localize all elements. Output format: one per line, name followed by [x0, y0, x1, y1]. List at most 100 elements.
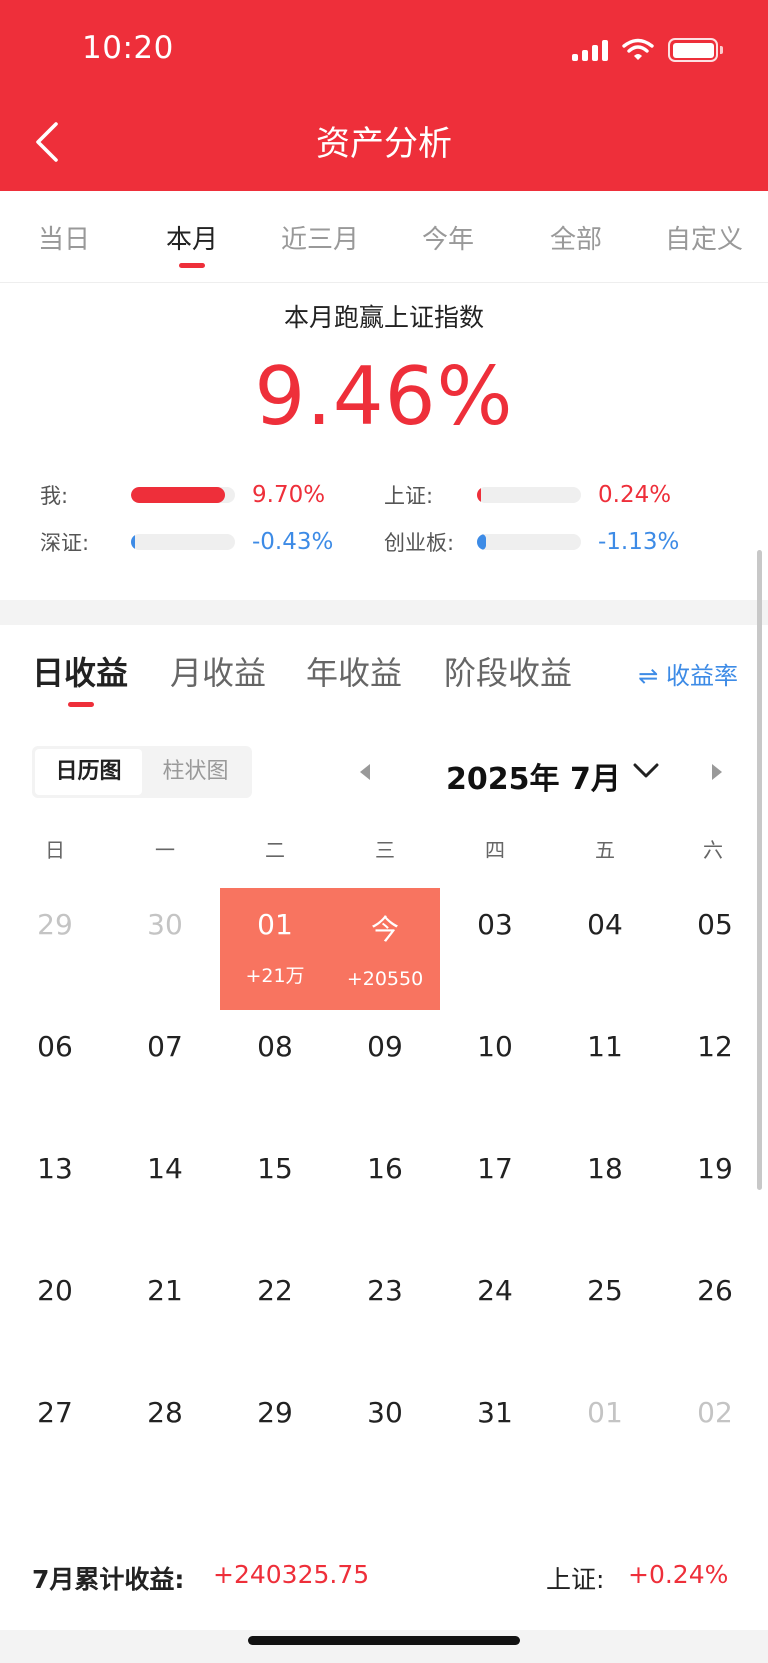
- calendar-day-number: 10: [477, 1030, 513, 1063]
- tab-daily-profit[interactable]: 日收益: [32, 648, 128, 694]
- compare-bar: [477, 534, 581, 550]
- weekday-header: 日 一 二 三 四 五 六: [0, 834, 768, 864]
- page-title: 资产分析: [316, 124, 452, 164]
- calendar-day[interactable]: 27: [0, 1376, 110, 1498]
- calendar-day-number: 30: [147, 908, 183, 941]
- compare-bar: [131, 534, 235, 550]
- calendar-day-number: 27: [37, 1396, 73, 1429]
- compare-value: 0.24%: [598, 482, 672, 508]
- calendar-day[interactable]: 03: [440, 888, 550, 1010]
- calendar-day-number: 29: [257, 1396, 293, 1429]
- calendar-day-number: 14: [147, 1152, 183, 1185]
- summary-title: 本月跑赢上证指数: [283, 303, 484, 332]
- calendar-day[interactable]: 31: [440, 1376, 550, 1498]
- weekday-label: 一: [155, 838, 175, 862]
- calendar-day-number: 16: [367, 1152, 403, 1185]
- calendar-day[interactable]: 22: [220, 1254, 330, 1376]
- compare-chinext: 创业板: -1.13%: [384, 527, 704, 557]
- calendar-day[interactable]: 06: [0, 1010, 110, 1132]
- tab-custom[interactable]: 自定义: [640, 191, 768, 282]
- calendar-day[interactable]: 30: [110, 888, 220, 1010]
- calendar-day-number: 28: [147, 1396, 183, 1429]
- tab-all[interactable]: 全部: [512, 191, 640, 282]
- compare-bar-fill: [131, 487, 225, 503]
- shanghai-index-label: 上证:: [546, 1565, 605, 1594]
- bar-chart-view-button[interactable]: 柱状图: [142, 749, 249, 795]
- tab-stage-profit[interactable]: 阶段收益: [444, 648, 572, 694]
- calendar-day-number: 31: [477, 1396, 513, 1429]
- calendar-day[interactable]: 13: [0, 1132, 110, 1254]
- weekday-label: 五: [595, 838, 615, 862]
- scrollbar[interactable]: [757, 550, 762, 1190]
- calendar-day[interactable]: 今 +20550: [330, 888, 440, 1010]
- next-month-button[interactable]: [706, 760, 728, 784]
- calendar-day-number: 17: [477, 1152, 513, 1185]
- calendar-day[interactable]: 29: [220, 1376, 330, 1498]
- view-switch: 日历图 柱状图: [32, 746, 252, 798]
- calendar-day[interactable]: 01: [550, 1376, 660, 1498]
- tab-last-three-months[interactable]: 近三月: [256, 191, 384, 282]
- calendar-day-number: 18: [587, 1152, 623, 1185]
- calendar-day[interactable]: 29: [0, 888, 110, 1010]
- calendar-day[interactable]: 20: [0, 1254, 110, 1376]
- calendar-day[interactable]: 12: [660, 1010, 768, 1132]
- calendar-day[interactable]: 16: [330, 1132, 440, 1254]
- profit-rate-toggle[interactable]: ⇌ 收益率: [638, 656, 738, 691]
- calendar-view-button[interactable]: 日历图: [35, 749, 142, 795]
- calendar-day[interactable]: 04: [550, 888, 660, 1010]
- prev-month-button[interactable]: [354, 760, 376, 784]
- chevron-down-icon[interactable]: [630, 756, 662, 786]
- calendar-day[interactable]: 25: [550, 1254, 660, 1376]
- compare-value: -1.13%: [598, 529, 680, 555]
- calendar-day[interactable]: 08: [220, 1010, 330, 1132]
- compare-shenzhen: 深证: -0.43%: [40, 527, 360, 557]
- calendar-day[interactable]: 14: [110, 1132, 220, 1254]
- compare-me: 我: 9.70%: [40, 480, 360, 510]
- cellular-signal-icon: [572, 39, 608, 61]
- calendar-day[interactable]: 11: [550, 1010, 660, 1132]
- tab-this-month[interactable]: 本月: [128, 191, 256, 282]
- battery-icon: [668, 38, 723, 62]
- calendar-day[interactable]: 15: [220, 1132, 330, 1254]
- calendar-day[interactable]: 10: [440, 1010, 550, 1132]
- calendar-day-number: 19: [697, 1152, 733, 1185]
- period-tabs: 当日 本月 近三月 今年 全部 自定义: [0, 191, 768, 283]
- calendar-day[interactable]: 07: [110, 1010, 220, 1132]
- calendar-day-number: 09: [367, 1030, 403, 1063]
- compare-label: 我:: [40, 484, 69, 508]
- calendar-day-number: 15: [257, 1152, 293, 1185]
- month-label[interactable]: 2025年 7月: [446, 754, 621, 798]
- tab-today[interactable]: 当日: [0, 191, 128, 282]
- calendar-day-number: 11: [587, 1030, 623, 1063]
- tab-yearly-profit[interactable]: 年收益: [306, 648, 402, 694]
- calendar-day[interactable]: 17: [440, 1132, 550, 1254]
- calendar-day[interactable]: 28: [110, 1376, 220, 1498]
- bottom-band: [0, 1630, 768, 1663]
- shanghai-index-value: +0.24%: [628, 1560, 729, 1589]
- calendar-day-number: 30: [367, 1396, 403, 1429]
- compare-bar: [477, 487, 581, 503]
- calendar-day[interactable]: 09: [330, 1010, 440, 1132]
- calendar-day-number: 20: [37, 1274, 73, 1307]
- calendar-day[interactable]: 19: [660, 1132, 768, 1254]
- calendar-day[interactable]: 23: [330, 1254, 440, 1376]
- month-summary: 7月累计收益: +240325.75 上证: +0.24%: [0, 1548, 768, 1598]
- calendar-day-number: 25: [587, 1274, 623, 1307]
- tab-monthly-profit[interactable]: 月收益: [170, 648, 266, 694]
- compare-label: 上证:: [384, 484, 434, 508]
- calendar-day[interactable]: 24: [440, 1254, 550, 1376]
- calendar-day[interactable]: 02: [660, 1376, 768, 1498]
- calendar-day[interactable]: 01 +21万: [220, 888, 330, 1010]
- compare-shanghai: 上证: 0.24%: [384, 480, 704, 510]
- calendar-day[interactable]: 21: [110, 1254, 220, 1376]
- calendar-day-number: 02: [697, 1396, 733, 1429]
- weekday-label: 四: [485, 838, 505, 862]
- weekday-label: 日: [45, 838, 65, 862]
- tab-this-year[interactable]: 今年: [384, 191, 512, 282]
- calendar-day[interactable]: 05: [660, 888, 768, 1010]
- calendar-day[interactable]: 18: [550, 1132, 660, 1254]
- calendar-day[interactable]: 26: [660, 1254, 768, 1376]
- summary-value: 9.46%: [254, 350, 514, 443]
- calendar-day-number: 07: [147, 1030, 183, 1063]
- calendar-day[interactable]: 30: [330, 1376, 440, 1498]
